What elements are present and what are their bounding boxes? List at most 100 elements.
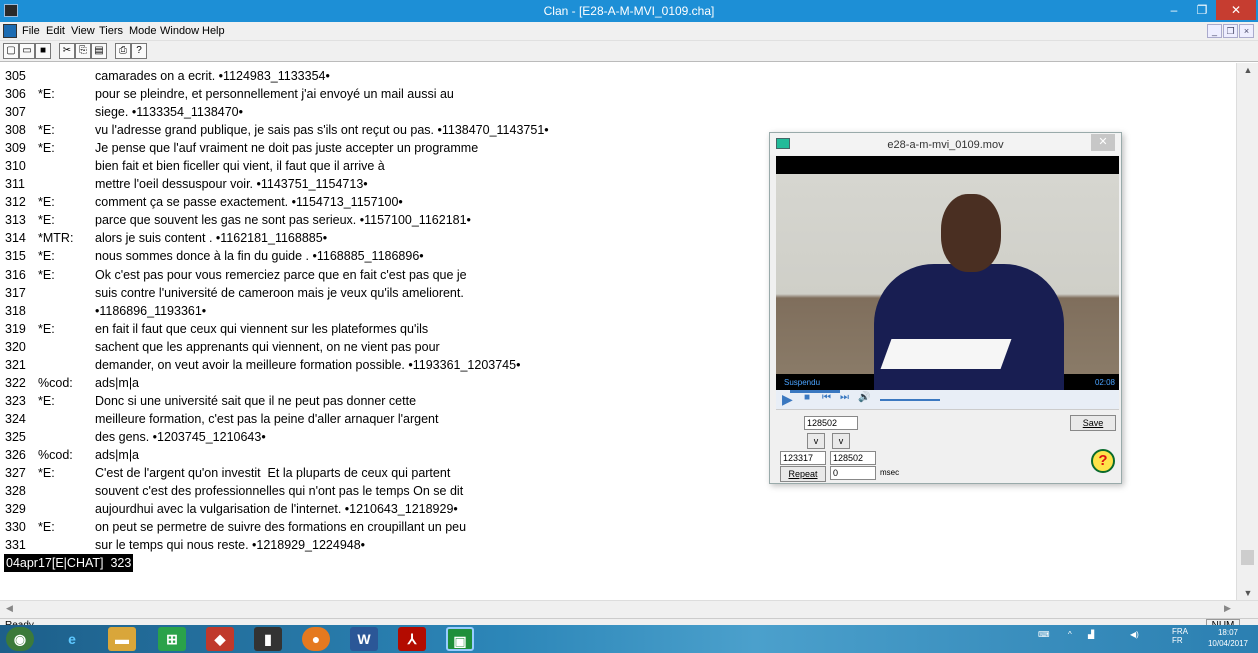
mdi-minimize-button[interactable]: _ [1207,24,1222,38]
next-icon[interactable]: ⏭ [840,392,849,403]
video-frame[interactable]: Suspendu 02:08 [776,156,1119,390]
keyboard-icon[interactable]: ⌨ [1038,630,1050,639]
paste-icon[interactable]: ▤ [91,43,107,59]
scroll-up-icon[interactable]: ▲ [1237,65,1258,75]
line-number: 317 [5,285,26,300]
transcript-line[interactable]: 317 suis contre l'université de cameroon … [5,284,549,302]
clock[interactable]: 18:07 10/04/2017 [1203,627,1253,649]
transcript-line[interactable]: 307 siege. •1133354_1138470• [5,103,549,121]
transcript-line[interactable]: 325 des gens. •1203745_1210643• [5,428,549,446]
menu-view[interactable]: View [71,25,95,37]
explorer-icon[interactable]: ▬ [108,627,136,651]
video-window[interactable]: e28-a-m-mvi_0109.mov ✕ Suspendu 02:08 ▶ … [769,132,1122,484]
transcript-line[interactable]: 305 camarades on a ecrit. •1124983_113335… [5,67,549,85]
line-number: 309 [5,141,26,156]
app-red-icon[interactable]: ◆ [206,627,234,651]
maximize-button[interactable]: ❐ [1188,0,1216,20]
transcript-line[interactable]: 322 %cod: ads|m|a [5,374,549,392]
scroll-right-icon[interactable]: ▶ [1224,603,1231,614]
menu-file[interactable]: File [22,25,40,37]
close-button[interactable]: ✕ [1216,0,1256,20]
save-button[interactable]: Save [1070,415,1116,431]
ie-icon[interactable]: e [58,627,86,651]
taskbar: ◉ e ▬ ⊞ ◆ ▮ ● W ⅄ ▣ ⌨ ^ ▟ ◀) FRA FR 18:07… [0,625,1258,653]
volume-icon[interactable]: ◀) [1130,630,1139,639]
prev-icon[interactable]: ⏮ [822,392,831,403]
network-icon[interactable]: ▟ [1088,630,1094,639]
speaker-code: *E: [38,123,55,138]
acrobat-icon[interactable]: ⅄ [398,627,426,651]
help-icon[interactable]: ? [131,43,147,59]
document-icon[interactable] [3,24,17,38]
transcript-line[interactable]: 308 *E: vu l'adresse grand publique, je sa… [5,121,549,139]
transcript-line[interactable]: 324 meilleure formation, c'est pas la pei… [5,410,549,428]
transcript-line[interactable]: 311 mettre l'oeil dessuspour voir. •11437… [5,175,549,193]
line-number: 312 [5,195,26,210]
volume-slider[interactable] [880,399,940,401]
print-icon[interactable]: ⎙ [115,43,131,59]
lang-indicator[interactable]: FRA FR [1172,627,1188,645]
clan-taskbar-icon[interactable]: ▣ [446,627,474,651]
mdi-close-button[interactable]: × [1239,24,1254,38]
transcript-line[interactable]: 319 *E: en fait il faut que ceux qui vienn… [5,320,549,338]
speaker-code: *E: [38,520,55,535]
new-icon[interactable]: ▢ [3,43,19,59]
current-time-field[interactable]: 128502 [804,416,858,430]
transcript-line[interactable]: 328 souvent c'est des professionnelles qu… [5,482,549,500]
seek-bar[interactable] [790,390,840,393]
start-time-field[interactable]: 123317 [780,451,826,465]
volume-icon[interactable]: 🔊 [858,392,870,403]
scroll-left-icon[interactable]: ◀ [6,603,13,614]
transcript-line[interactable]: 314 *MTR: alors je suis content . •1162181… [5,229,549,247]
transcript-line[interactable]: 327 *E: C'est de l'argent qu'on investit E… [5,464,549,482]
repeat-msec-field[interactable]: 0 [830,466,876,480]
play-icon[interactable]: ▶ [782,391,793,408]
tray-expand-icon[interactable]: ^ [1068,630,1072,639]
transcript-line[interactable]: 310 bien fait et bien ficeller qui vient,… [5,157,549,175]
stop-icon[interactable]: ■ [804,392,810,403]
word-icon[interactable]: W [350,627,378,651]
open-icon[interactable]: ▭ [19,43,35,59]
transcript-line[interactable]: 323 *E: Donc si une université sait que il… [5,392,549,410]
transcript-line[interactable]: 306 *E: pour se pleindre, et personnelleme… [5,85,549,103]
transcript-line[interactable]: 309 *E: Je pense que l'auf vraiment ne doi… [5,139,549,157]
menu-window[interactable]: Window [160,25,199,37]
save-icon[interactable]: ■ [35,43,51,59]
menu-edit[interactable]: Edit [46,25,65,37]
transcript-line[interactable]: 331 sur le temps qui nous reste. •1218929… [5,536,549,554]
down-button-right[interactable]: v [832,433,850,449]
menu-help[interactable]: Help [202,25,225,37]
video-close-button[interactable]: ✕ [1091,134,1115,151]
transcript-line[interactable]: 321 demander, on veut avoir la meilleure … [5,356,549,374]
transcript-line[interactable]: 329 aujourdhui avec la vulgarisation de l… [5,500,549,518]
app-bars-icon[interactable]: ▮ [254,627,282,651]
transcript-line[interactable]: 330 *E: on peut se permetre de suivre des … [5,518,549,536]
scroll-thumb[interactable] [1241,550,1254,565]
mdi-restore-button[interactable]: ❐ [1223,24,1238,38]
utterance-text: •1186896_1193361• [95,303,207,318]
copy-icon[interactable]: ⎘ [75,43,91,59]
end-time-field[interactable]: 128502 [830,451,876,465]
minimize-button[interactable]: – [1160,0,1188,20]
transcript-line[interactable]: 318 •1186896_1193361• [5,302,549,320]
transcript-line[interactable]: 326 %cod: ads|m|a [5,446,549,464]
horizontal-scrollbar[interactable]: ◀ ▶ [0,600,1258,618]
store-icon[interactable]: ⊞ [158,627,186,651]
scroll-down-icon[interactable]: ▼ [1237,588,1258,598]
help-button[interactable]: ? [1091,449,1115,473]
vertical-scrollbar[interactable]: ▲ ▼ [1236,63,1258,600]
transcript-line[interactable]: 312 *E: comment ça se passe exactement. •1… [5,193,549,211]
transcript-line[interactable]: 315 *E: nous sommes donce à la fin du guid… [5,247,549,265]
line-number: 324 [5,411,26,426]
transcript-line[interactable]: 316 *E: Ok c'est pas pour vous remerciez p… [5,266,549,284]
repeat-button[interactable]: Repeat [780,466,826,482]
firefox-icon[interactable]: ● [302,627,330,651]
down-button-left[interactable]: v [807,433,825,449]
speaker-code [38,482,95,500]
cut-icon[interactable]: ✂ [59,43,75,59]
transcript-line[interactable]: 320 sachent que les apprenants qui vienne… [5,338,549,356]
transcript-line[interactable]: 313 *E: parce que souvent les gas ne sont … [5,211,549,229]
menu-mode[interactable]: Mode [129,25,157,37]
start-icon[interactable]: ◉ [6,627,34,651]
menu-tiers[interactable]: Tiers [99,25,123,37]
